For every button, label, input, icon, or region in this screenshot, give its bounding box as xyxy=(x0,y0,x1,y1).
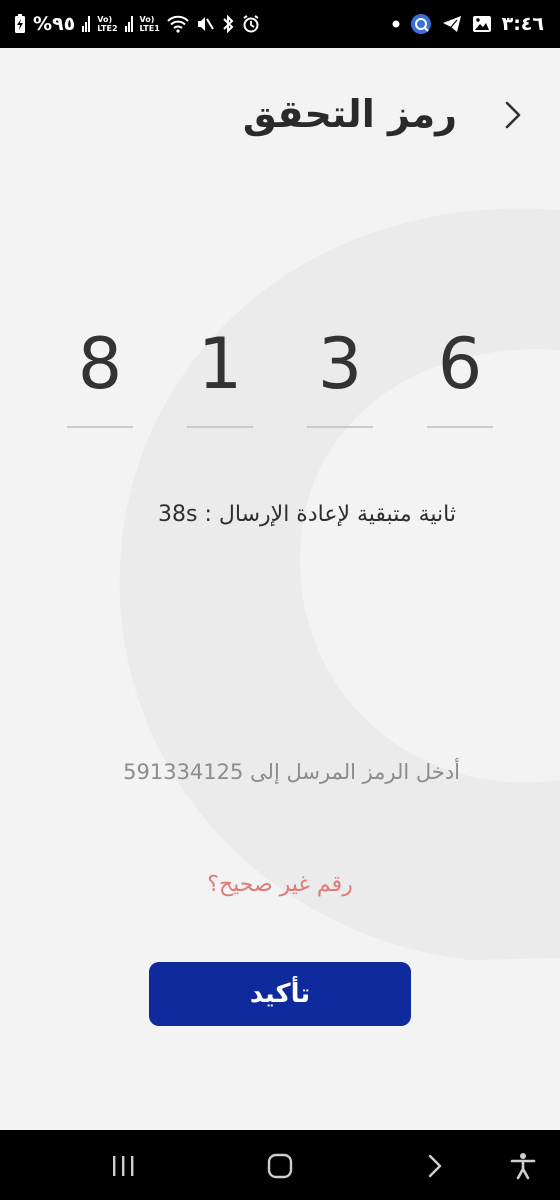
alarm-icon xyxy=(242,15,260,33)
recent-apps-icon xyxy=(113,1156,134,1176)
home-button[interactable] xyxy=(260,1148,300,1184)
status-left: %٩٥ Vo) LTE2 Vo) LTE1 xyxy=(14,10,260,38)
recent-apps-button[interactable] xyxy=(103,1148,143,1184)
wifi-icon xyxy=(167,15,189,33)
lte1-label: LTE1 xyxy=(139,24,160,33)
resend-timer: ثانية متبقية لإعادة الإرسال : 38s xyxy=(158,502,456,527)
volte-label: Vo) xyxy=(139,15,155,24)
accessibility-button[interactable] xyxy=(503,1148,543,1184)
volte-label: Vo) xyxy=(97,15,113,24)
app-notification-icon xyxy=(410,13,432,35)
bluetooth-icon xyxy=(221,14,235,34)
home-icon xyxy=(267,1153,293,1179)
back-icon xyxy=(428,1154,442,1178)
lte2-label: LTE2 xyxy=(97,24,118,33)
digit-underline xyxy=(427,426,493,428)
signal-icon xyxy=(124,16,133,32)
accessibility-icon xyxy=(510,1153,536,1180)
code-digit: 1 xyxy=(197,323,243,405)
gallery-icon xyxy=(472,15,492,33)
status-right: ٣:٤٦ xyxy=(392,10,544,38)
status-bar: %٩٥ Vo) LTE2 Vo) LTE1 ٣:٤٦ xyxy=(0,0,560,48)
wrong-number-link[interactable]: رقم غير صحيح؟ xyxy=(0,872,560,897)
code-digit-box[interactable]: 6 xyxy=(427,322,493,432)
navigation-bar xyxy=(0,1130,560,1200)
notification-dot-icon xyxy=(392,20,400,28)
code-digit: 8 xyxy=(77,323,123,405)
volte-lte2-indicator: Vo) LTE2 xyxy=(97,15,117,33)
code-digit-box[interactable]: 1 xyxy=(187,322,253,432)
code-sent-hint: أدخل الرمز المرسل إلى 591334125 xyxy=(123,760,460,784)
confirm-button[interactable]: تأكيد xyxy=(149,962,411,1026)
code-digit: 6 xyxy=(437,323,483,405)
mute-icon xyxy=(196,15,214,33)
digit-underline xyxy=(67,426,133,428)
code-digit-box[interactable]: 3 xyxy=(307,322,373,432)
status-time: ٣:٤٦ xyxy=(501,13,544,35)
code-digit: 3 xyxy=(317,323,363,405)
signal-icon xyxy=(82,16,91,32)
page-title: رمز التحقق xyxy=(242,92,457,136)
battery-icon xyxy=(14,14,26,34)
code-digit-box[interactable]: 8 xyxy=(67,322,133,432)
battery-percent: %٩٥ xyxy=(33,13,76,35)
nav-back-button[interactable] xyxy=(415,1148,455,1184)
volte-lte1-indicator: Vo) LTE1 xyxy=(140,15,160,33)
back-button[interactable] xyxy=(496,96,530,134)
chevron-right-icon xyxy=(505,101,521,129)
digit-underline xyxy=(187,426,253,428)
telegram-icon xyxy=(442,15,462,33)
digit-underline xyxy=(307,426,373,428)
